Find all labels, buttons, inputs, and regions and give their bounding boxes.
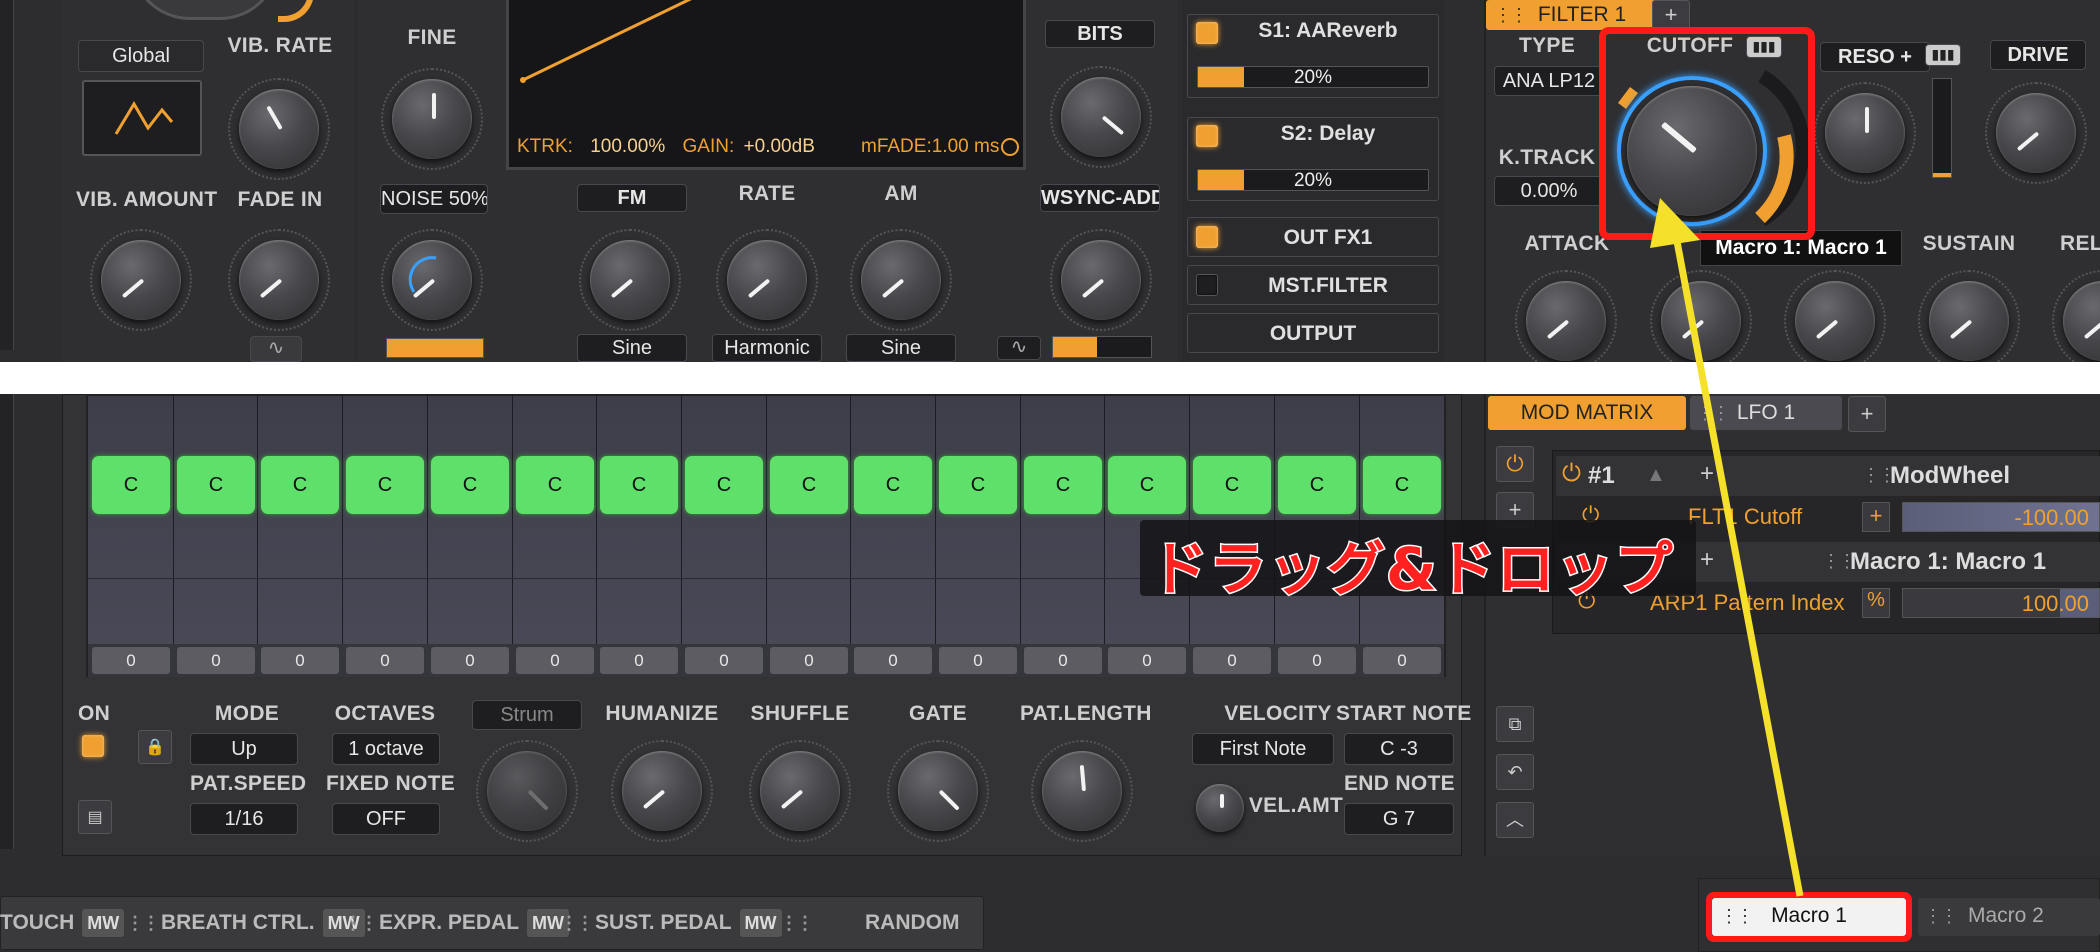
drag-arrow <box>1650 198 1804 897</box>
